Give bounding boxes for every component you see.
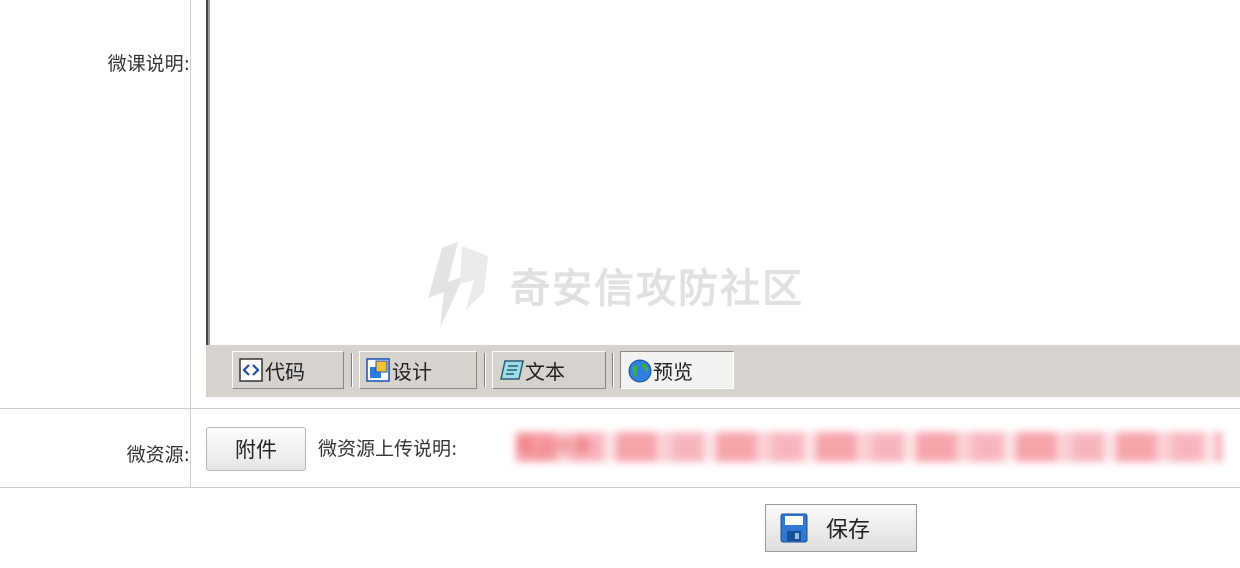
tab-separator: [612, 353, 614, 387]
tab-preview-label: 预览: [653, 359, 693, 384]
tab-separator: [484, 353, 486, 387]
tab-text[interactable]: 文本: [492, 351, 606, 389]
text-icon: [499, 358, 524, 382]
floppy-disk-icon: [780, 513, 808, 543]
tab-design-label: 设计: [392, 359, 432, 384]
description-label: 微课说明:: [107, 53, 190, 75]
tab-code-label: 代码: [265, 359, 305, 384]
tab-text-label: 文本: [525, 359, 565, 384]
upload-note-label: 微资源上传说明:: [318, 438, 458, 460]
globe-icon: [627, 358, 652, 383]
attach-button[interactable]: 附件: [206, 427, 306, 471]
design-icon: [366, 358, 390, 382]
row-divider: [0, 408, 1240, 409]
save-label: 保存: [826, 518, 871, 543]
editor-mode-toolbar: 代码 设计 文本 预览: [206, 345, 1240, 397]
code-icon: [239, 358, 263, 382]
upload-note-text: 可上传多: [516, 436, 593, 458]
tab-code[interactable]: 代码: [232, 351, 344, 389]
column-divider-2: [190, 409, 191, 487]
rich-text-editor[interactable]: [206, 0, 1240, 345]
editor-border: [206, 0, 210, 345]
tab-preview[interactable]: 预览: [620, 351, 734, 389]
save-button[interactable]: 保存: [765, 504, 917, 552]
tab-separator: [351, 353, 353, 387]
column-divider-1: [190, 0, 191, 409]
tab-design[interactable]: 设计: [359, 351, 477, 389]
resource-label: 微资源:: [126, 444, 190, 466]
row-divider: [0, 487, 1240, 488]
